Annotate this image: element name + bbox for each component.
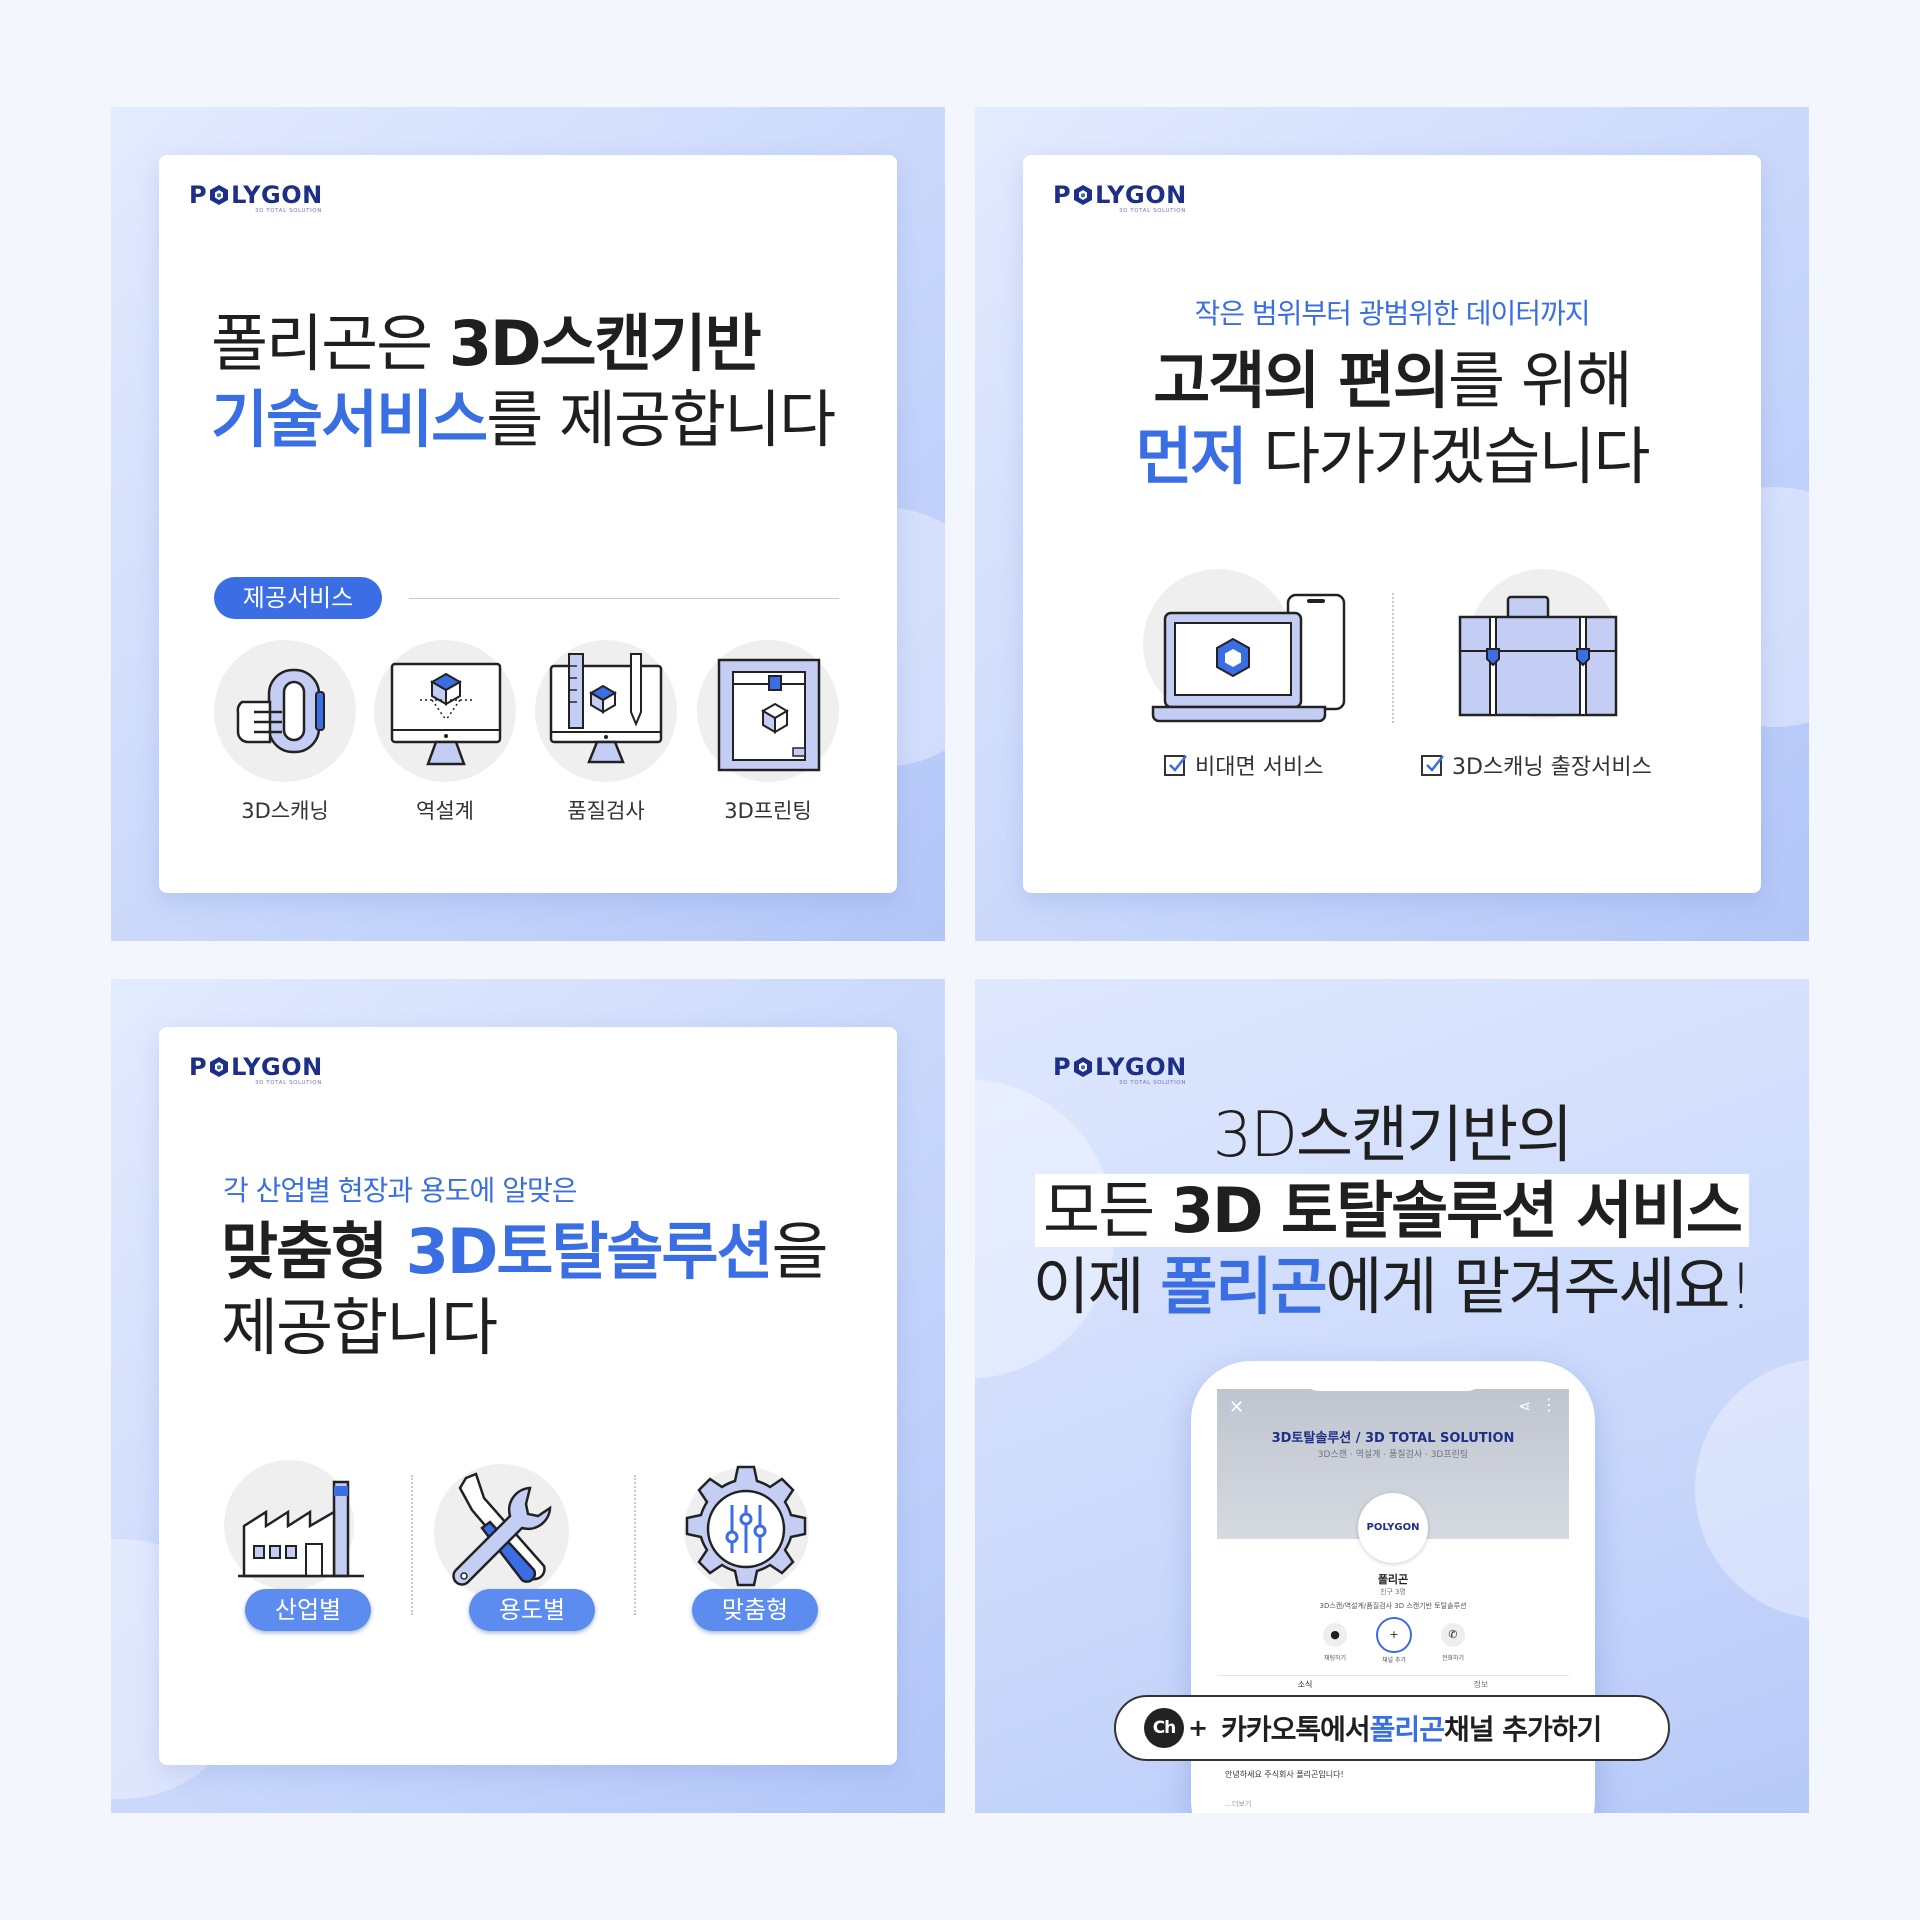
subheading: 작은 범위부터 광범위한 데이터까지 <box>1194 297 1590 330</box>
channel-name: 폴리곤 <box>1377 1573 1409 1586</box>
phone-call-icon[interactable]: ✆ <box>1441 1623 1465 1647</box>
3d-printer-icon <box>697 640 839 782</box>
kakao-channel-icon: Ch <box>1144 1708 1184 1748</box>
headline: 맞춤형 3D토탈솔루션을 제공합니다 <box>221 1215 829 1364</box>
tools-icon <box>434 1464 569 1599</box>
divider-dotted <box>634 1475 636 1615</box>
action-label: 채널 추가 <box>1382 1657 1406 1664</box>
cube-icon <box>210 1057 229 1077</box>
provided-services-pill: 제공서비스 <box>214 577 382 619</box>
phone-notch <box>1301 1361 1485 1391</box>
profile-avatar[interactable]: POLYGON <box>1358 1493 1428 1563</box>
chat-icon[interactable]: ● <box>1323 1623 1347 1647</box>
card: P LYGON 3D TOTAL SOLUTION 각 산업별 현장과 용도에 … <box>159 1027 897 1765</box>
panel-services: P LYGON 3D TOTAL SOLUTION 폴리곤은 3D스캔기반 기술… <box>111 107 945 941</box>
more-icon[interactable]: ⋮ <box>1541 1395 1557 1414</box>
factory-icon <box>224 1460 364 1590</box>
onsite-scanning-label: 3D스캐닝 출장서비스 <box>1420 749 1652 781</box>
subheading: 각 산업별 현장과 용도에 알맞은 <box>223 1174 577 1207</box>
headline: 3D스캔기반의 모든 3D 토탈솔루션 서비스 이제 폴리곤에게 맡겨주세요! <box>1032 1098 1754 1323</box>
more-link[interactable]: …더보기 <box>1225 1799 1251 1809</box>
share-icon[interactable]: ⋖ <box>1518 1397 1531 1415</box>
quality-inspection-icon <box>535 640 677 782</box>
tab-news[interactable]: 소식 <box>1217 1679 1393 1690</box>
checkbox-icon <box>1164 755 1187 776</box>
gear-sliders-icon <box>684 1465 809 1592</box>
reverse-engineering-icon <box>374 640 516 782</box>
action-label: 채팅하기 <box>1323 1655 1347 1662</box>
plus-icon: + <box>1188 1714 1208 1742</box>
bg-blob <box>1695 1359 1809 1619</box>
banner-title: 3D토탈솔루션 / 3D TOTAL SOLUTION <box>1271 1431 1515 1446</box>
headline: 고객의 편의를 위해 먼저 다가가겠습니다 <box>1135 344 1650 493</box>
contactless-service-label: 비대면 서비스 <box>1163 749 1323 781</box>
headline: 폴리곤은 3D스캔기반 기술서비스를 제공합니다 <box>211 307 836 456</box>
tab-divider <box>1217 1675 1569 1676</box>
by-industry-pill: 산업별 <box>245 1589 371 1631</box>
action-label: 전화하기 <box>1441 1655 1465 1662</box>
polygon-logo: P LYGON 3D TOTAL SOLUTION <box>1053 181 1187 214</box>
by-usage-pill: 용도별 <box>469 1589 595 1631</box>
banner-sub: 3D스캔 · 역설계 · 품질검사 · 3D프린팅 <box>1317 1450 1469 1460</box>
post-text: 안녕하세요 주식회사 폴리곤입니다! <box>1225 1770 1344 1779</box>
laptop-phone-icon <box>1143 569 1346 723</box>
checkbox-icon <box>1421 755 1444 776</box>
close-icon[interactable]: ✕ <box>1229 1397 1244 1418</box>
panel-convenience: P LYGON 3D TOTAL SOLUTION 작은 범위부터 광범위한 데… <box>975 107 1809 941</box>
card: P LYGON 3D TOTAL SOLUTION 작은 범위부터 광범위한 데… <box>1023 155 1761 893</box>
polygon-logo: P LYGON 3D TOTAL SOLUTION <box>189 181 323 214</box>
add-channel-icon[interactable]: + <box>1376 1617 1412 1653</box>
divider-dotted <box>1392 593 1394 723</box>
divider-dotted <box>411 1475 413 1615</box>
cube-icon <box>1074 1057 1093 1077</box>
panel-custom-solution: P LYGON 3D TOTAL SOLUTION 각 산업별 현장과 용도에 … <box>111 979 945 1813</box>
channel-desc: 3D스캔/역설계/품질검사 3D 스캔기반 토탈솔루션 <box>1319 1602 1467 1610</box>
customized-pill: 맞춤형 <box>692 1589 818 1631</box>
service-caption: 3D스캐닝 <box>241 799 329 823</box>
panel-kakao-channel: P LYGON 3D TOTAL SOLUTION 3D스캔기반의 모든 3D … <box>975 979 1809 1813</box>
kakao-add-channel-button[interactable]: Ch + 카카오톡에서 폴리곤 채널 추가하기 <box>1114 1695 1670 1761</box>
cube-icon <box>210 185 229 205</box>
polygon-logo: P LYGON 3D TOTAL SOLUTION <box>1053 1053 1187 1086</box>
polygon-logo: P LYGON 3D TOTAL SOLUTION <box>189 1053 323 1086</box>
card: P LYGON 3D TOTAL SOLUTION 폴리곤은 3D스캔기반 기술… <box>159 155 897 893</box>
briefcase-icon <box>1458 569 1618 719</box>
3d-scanning-icon <box>214 640 356 782</box>
service-caption: 역설계 <box>416 799 474 823</box>
service-caption: 품질검사 <box>567 799 645 823</box>
tab-info[interactable]: 정보 <box>1393 1679 1569 1690</box>
friend-count: 친구 3명 <box>1380 1588 1406 1596</box>
divider-line <box>409 598 839 599</box>
service-caption: 3D프린팅 <box>724 799 812 823</box>
cube-icon <box>1074 185 1093 205</box>
